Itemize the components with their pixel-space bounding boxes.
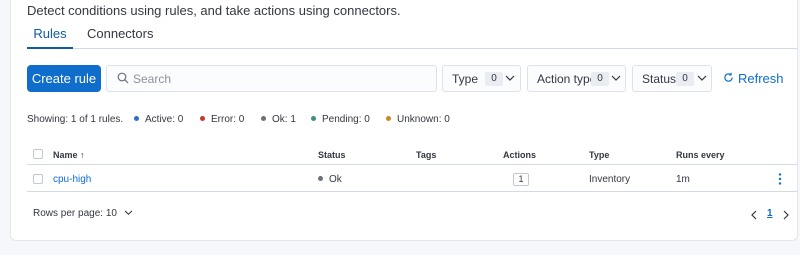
chevron-right-icon[interactable]	[783, 210, 789, 220]
status-count-unknown: Unknown: 0	[386, 114, 450, 125]
search-input[interactable]	[133, 70, 423, 88]
refresh-label: Refresh	[738, 71, 784, 86]
showing-count: Showing: 1 of 1 rules.	[27, 114, 124, 125]
create-rule-button[interactable]: Create rule	[27, 65, 101, 92]
chevron-down-icon	[124, 210, 133, 216]
status-count-pending: Pending: 0	[311, 114, 370, 125]
status-filter-button[interactable]: Status 0	[632, 65, 712, 92]
status-count-active: Active: 0	[134, 114, 183, 125]
type-filter-count: 0	[485, 72, 503, 86]
table-row: cpu-high Ok 1 Inventory 1m	[27, 166, 797, 192]
select-all-checkbox[interactable]	[33, 149, 43, 159]
status-dot-icon	[261, 116, 266, 121]
status-filter-label: Status	[642, 72, 677, 86]
chevron-down-icon	[697, 75, 707, 81]
pagination: 1	[747, 208, 797, 222]
actions-count-badge: 1	[513, 173, 529, 186]
search-icon	[117, 72, 129, 84]
status-dot-icon	[134, 116, 139, 121]
rule-type: Inventory	[589, 174, 631, 185]
status-dot-icon	[386, 116, 391, 121]
rule-interval: 1m	[676, 174, 690, 185]
type-filter-button[interactable]: Type 0	[442, 65, 521, 92]
status-dot-icon	[200, 116, 205, 121]
column-header-actions: Actions	[503, 150, 537, 160]
rows-per-page-label: Rows per page: 10	[33, 208, 117, 219]
status-dot-icon	[318, 176, 323, 181]
status-count-error: Error: 0	[200, 114, 244, 125]
table-header: Name ↑ Status Tags Actions Type Runs eve…	[27, 143, 797, 165]
rows-per-page-selector[interactable]: Rows per page: 10	[33, 208, 133, 219]
action-type-filter-button[interactable]: Action type 0	[527, 65, 626, 92]
status-dot-icon	[311, 116, 316, 121]
column-header-runs-every: Runs every	[676, 150, 725, 160]
action-type-filter-count: 0	[591, 72, 609, 86]
rule-name-link[interactable]: cpu-high	[53, 174, 91, 185]
status-count-ok: Ok: 1	[261, 114, 296, 125]
rules-panel: Detect conditions using rules, and take …	[10, 0, 798, 241]
refresh-icon	[724, 72, 733, 82]
tab-connectors[interactable]: Connectors	[87, 26, 153, 49]
column-header-status: Status	[318, 150, 346, 160]
more-actions-icon[interactable]	[777, 172, 783, 186]
chevron-down-icon	[505, 75, 515, 81]
chevron-down-icon	[611, 75, 621, 81]
rule-status: Ok	[318, 174, 342, 185]
search-box[interactable]	[106, 65, 437, 92]
column-header-name[interactable]: Name ↑	[53, 150, 85, 160]
status-filter-count: 0	[676, 72, 694, 86]
type-filter-label: Type	[452, 72, 479, 86]
sort-ascending-icon: ↑	[80, 150, 85, 160]
page-description: Detect conditions using rules, and take …	[27, 3, 401, 18]
tab-rules[interactable]: Rules	[27, 26, 73, 49]
column-header-tags: Tags	[416, 150, 437, 160]
action-type-filter-label: Action type	[537, 72, 597, 86]
chevron-left-icon[interactable]	[751, 210, 757, 220]
column-header-type: Type	[589, 150, 610, 160]
row-checkbox[interactable]	[33, 174, 43, 184]
page-number-link[interactable]: 1	[767, 208, 773, 219]
tab-bar: Rules Connectors	[27, 26, 797, 49]
